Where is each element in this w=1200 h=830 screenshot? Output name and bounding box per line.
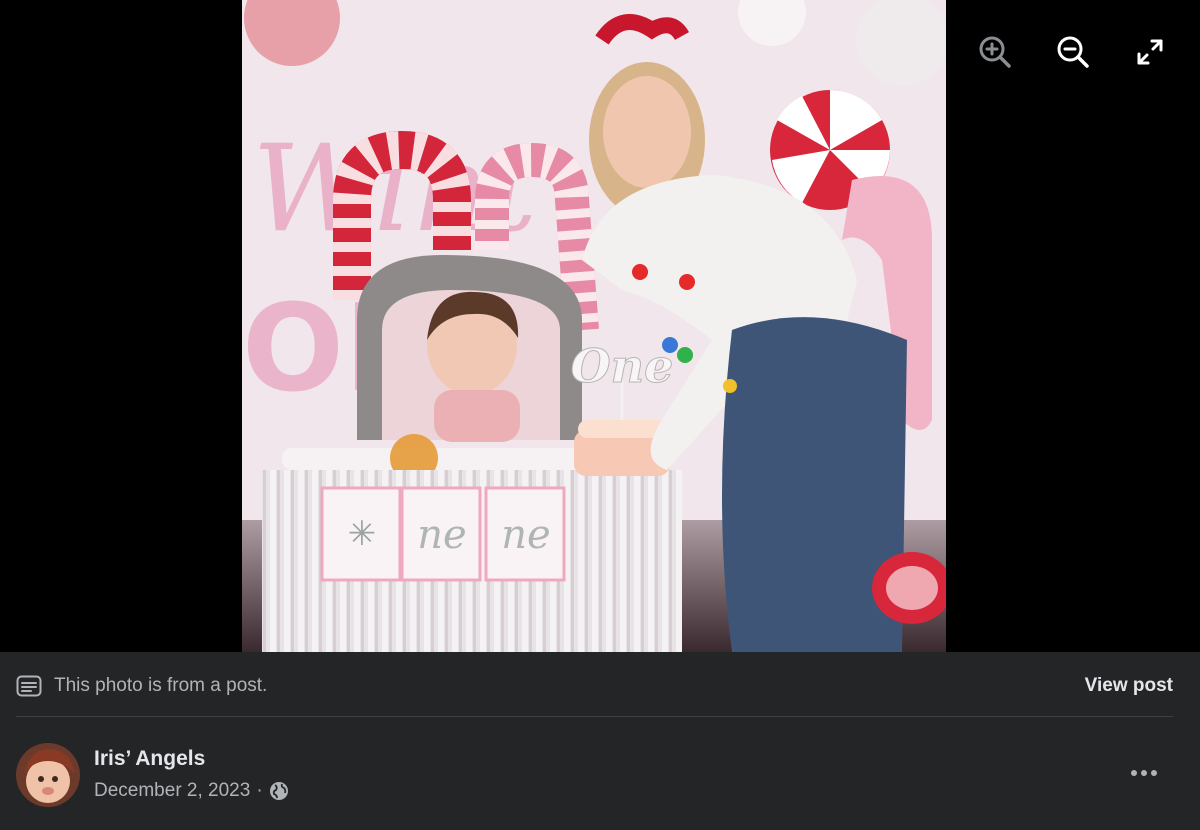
more-options-icon	[1131, 770, 1157, 776]
post-note: This photo is from a post.	[16, 670, 267, 702]
author-avatar-image	[16, 743, 80, 807]
woman-face	[603, 76, 691, 188]
zoom-out-button[interactable]	[1053, 32, 1093, 72]
post-note-icon	[16, 675, 42, 697]
fullscreen-button[interactable]	[1130, 32, 1170, 72]
author-name[interactable]: Iris’ Angels	[94, 747, 205, 771]
photo-scene: Wint ONE	[242, 0, 946, 652]
globe-icon[interactable]	[269, 781, 289, 801]
post-note-text: This photo is from a post.	[54, 675, 268, 696]
light-bulb	[677, 347, 693, 363]
zoom-out-icon	[1057, 36, 1089, 68]
more-options-button[interactable]	[1126, 758, 1162, 788]
svg-text:✳: ✳	[348, 514, 377, 554]
view-post-link[interactable]: View post	[1085, 670, 1173, 702]
high-chair-tray	[282, 448, 622, 470]
floor-peppermint-highlight	[886, 566, 938, 610]
svg-text:ne: ne	[417, 512, 466, 558]
zoom-in-button[interactable]	[975, 32, 1015, 72]
light-bulb	[679, 274, 695, 290]
cake-frosting	[578, 420, 666, 438]
divider	[16, 716, 1173, 717]
baby-body	[434, 390, 520, 442]
post-date[interactable]: December 2, 2023	[94, 780, 250, 802]
light-bulb	[723, 379, 737, 393]
one-banner: ✳ ne ne	[320, 486, 566, 582]
fullscreen-icon	[1137, 39, 1163, 65]
post-meta: December 2, 2023 ·	[94, 780, 289, 802]
avatar[interactable]	[16, 743, 80, 807]
zoom-in-icon	[979, 36, 1011, 68]
photo-viewer: Wint ONE	[0, 0, 1200, 652]
post-photo[interactable]: Wint ONE	[242, 0, 946, 652]
light-bulb	[662, 337, 678, 353]
light-bulb	[632, 264, 648, 280]
cake-topper: One	[571, 339, 674, 393]
meta-separator: ·	[256, 780, 263, 801]
svg-text:ne: ne	[501, 512, 550, 558]
